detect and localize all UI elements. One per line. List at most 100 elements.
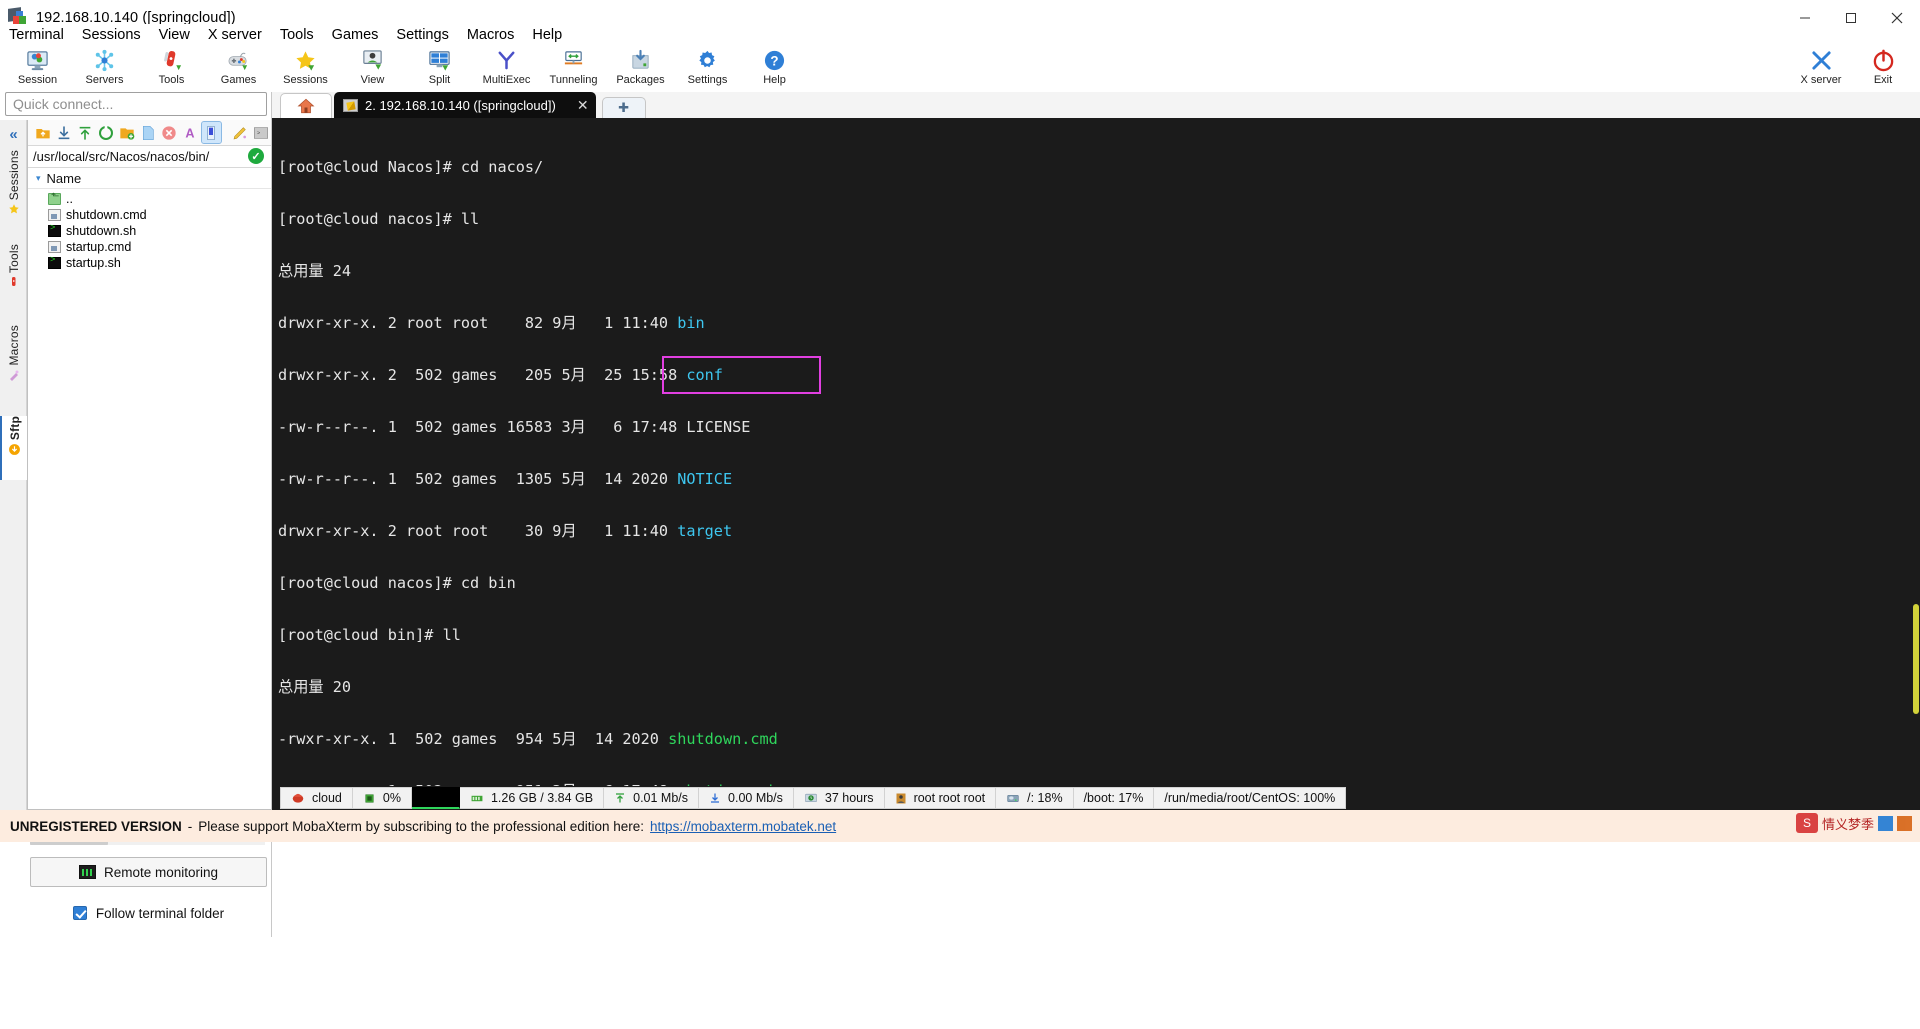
sidebar-tab-sessions[interactable]: Sessions <box>0 150 27 236</box>
tab-session-active[interactable]: 2. 192.168.10.140 ([springcloud]) ✕ <box>334 92 596 118</box>
toolbar-label: MultiExec <box>482 74 531 86</box>
terminal-output[interactable]: [root@cloud Nacos]# cd nacos/ [root@clou… <box>272 118 1920 786</box>
toolbar-servers-button[interactable]: Servers <box>71 46 138 92</box>
terminal-file-name: NOTICE <box>677 469 733 488</box>
list-item[interactable]: startup.sh <box>28 255 271 271</box>
delete-icon[interactable] <box>160 122 179 143</box>
terminal-line: -rw-r--r--. 1 502 games 1305 5月 14 2020 … <box>278 469 1920 488</box>
status-uptime[interactable]: 37 hours <box>793 787 885 809</box>
toolbar-tools-button[interactable]: Tools <box>138 46 205 92</box>
toolbar-help-button[interactable]: ? Help <box>741 46 808 92</box>
terminal-line: -rwxr-xr-x. 1 502 games 954 5月 14 2020 s… <box>278 730 1920 748</box>
list-item[interactable]: shutdown.sh <box>28 223 271 239</box>
status-cpu[interactable]: 0% <box>352 787 412 809</box>
view-icon <box>361 48 384 73</box>
new-tab-button[interactable]: ✚ <box>601 97 646 118</box>
sftp-icon <box>8 443 21 456</box>
menu-view[interactable]: View <box>150 25 199 45</box>
text-mode-icon[interactable]: A <box>181 122 200 143</box>
main-toolbar: Session Servers Tools Games Sessions Vie… <box>0 46 1920 92</box>
upload-icon[interactable] <box>75 122 94 143</box>
terminal-line: 总用量 20 <box>278 678 1920 696</box>
toolbar-packages-button[interactable]: Packages <box>607 46 674 92</box>
up-folder-icon[interactable] <box>33 122 52 143</box>
file-list-header[interactable]: ▾ Name <box>28 168 271 189</box>
toolbar-label: View <box>360 74 385 86</box>
mobaxterm-window: 192.168.10.140 ([springcloud]) Terminal … <box>0 0 1920 1029</box>
toolbar-xserver-button[interactable]: X server <box>1790 46 1852 92</box>
sidebar-tab-sftp[interactable]: Sftp <box>0 416 27 480</box>
terminal-text: [root@cloud Nacos]# cd nacos/ <box>278 157 544 176</box>
remote-monitoring-button[interactable]: Remote monitoring <box>30 857 267 887</box>
sort-arrow-icon: ▾ <box>36 172 41 183</box>
menu-xserver[interactable]: X server <box>199 25 271 45</box>
toolbar-games-button[interactable]: Games <box>205 46 272 92</box>
menu-settings[interactable]: Settings <box>387 25 457 45</box>
toolbar-split-button[interactable]: Split <box>406 46 473 92</box>
terminal-scrollbar[interactable] <box>1908 118 1920 786</box>
cpu-icon <box>363 792 376 805</box>
toolbar-view-button[interactable]: View <box>339 46 406 92</box>
toolbar-label: Session <box>17 74 58 86</box>
download-icon[interactable] <box>54 122 73 143</box>
tab-home[interactable] <box>280 93 332 118</box>
list-item[interactable]: startup.cmd <box>28 239 271 255</box>
status-disk-boot[interactable]: /boot: 17% <box>1073 787 1155 809</box>
sidebar-tab-label: Tools <box>6 244 21 274</box>
macro-icon <box>8 369 20 381</box>
games-icon <box>227 48 250 73</box>
session-icon <box>26 48 49 73</box>
sidebar-tab-macros[interactable]: Macros <box>0 325 27 407</box>
menu-macros[interactable]: Macros <box>458 25 524 45</box>
new-folder-icon[interactable] <box>117 122 136 143</box>
toolbar-tunneling-button[interactable]: Tunneling <box>540 46 607 92</box>
menu-help[interactable]: Help <box>523 25 571 45</box>
toolbar-exit-button[interactable]: Exit <box>1852 46 1914 92</box>
menu-tools[interactable]: Tools <box>271 25 323 45</box>
terminal-dir-name: bin <box>677 313 705 332</box>
status-upload[interactable]: 0.01 Mb/s <box>604 787 700 809</box>
shell-file-icon <box>48 223 61 237</box>
status-value: root root root <box>913 791 986 805</box>
terminal-line: drwxr-xr-x. 2 root root 82 9月 1 11:40 bi… <box>278 313 1920 332</box>
new-file-icon[interactable] <box>138 122 157 143</box>
scrollbar-thumb[interactable] <box>1913 604 1919 714</box>
terminal-text: drwxr-xr-x. 2 root root 30 9月 1 11:40 <box>278 521 678 540</box>
status-disk-root[interactable]: /: 18% <box>996 787 1074 809</box>
ssh-session-icon <box>343 98 358 112</box>
terminal-line: -rw-r--r--. 1 502 games 16583 3月 6 17:48… <box>278 418 1920 436</box>
status-host[interactable]: cloud <box>280 787 353 809</box>
status-user[interactable]: root root root <box>884 787 997 809</box>
terminal-icon[interactable]: > <box>252 122 271 143</box>
refresh-icon[interactable] <box>96 122 115 143</box>
menu-games[interactable]: Games <box>323 25 388 45</box>
disk-icon <box>1006 792 1020 805</box>
follow-terminal-folder-checkbox[interactable] <box>72 906 87 920</box>
mobaxterm-link[interactable]: https://mobaxterm.mobatek.net <box>650 819 836 834</box>
tab-close-icon[interactable]: ✕ <box>577 97 589 114</box>
edit-icon[interactable] <box>231 122 250 143</box>
list-item[interactable]: shutdown.cmd <box>28 207 271 223</box>
list-item[interactable]: .. <box>28 191 271 207</box>
follow-terminal-folder-row[interactable]: Follow terminal folder <box>30 899 267 927</box>
toolbar-settings-button[interactable]: Settings <box>674 46 741 92</box>
menu-terminal[interactable]: Terminal <box>0 25 73 45</box>
quick-connect-input[interactable]: Quick connect... <box>5 92 267 116</box>
sidebar-vertical-tabs: « Sessions Tools Macros Sftp <box>0 120 27 810</box>
sidebar-tab-tools[interactable]: Tools <box>0 244 27 316</box>
status-memory[interactable]: 1.26 GB / 3.84 GB <box>459 787 605 809</box>
binary-mode-icon[interactable] <box>200 121 222 144</box>
file-name: shutdown.cmd <box>66 208 147 222</box>
toolbar-session-button[interactable]: Session <box>4 46 71 92</box>
upload-arrow-icon <box>614 791 626 805</box>
status-cpu-graph[interactable] <box>411 787 460 809</box>
status-download[interactable]: 0.00 Mb/s <box>699 787 794 809</box>
sftp-path-text: /usr/local/src/Nacos/nacos/bin/ <box>33 149 210 164</box>
sftp-path-bar[interactable]: /usr/local/src/Nacos/nacos/bin/ ✓ <box>28 146 271 168</box>
menu-sessions[interactable]: Sessions <box>73 25 150 45</box>
status-disk-media[interactable]: /run/media/root/CentOS: 100% <box>1154 787 1347 809</box>
toolbar-sessions-button[interactable]: Sessions <box>272 46 339 92</box>
collapse-panel-icon[interactable]: « <box>3 124 24 145</box>
toolbar-multiexec-button[interactable]: MultiExec <box>473 46 540 92</box>
tab-label: 2. 192.168.10.140 ([springcloud]) <box>365 97 556 113</box>
